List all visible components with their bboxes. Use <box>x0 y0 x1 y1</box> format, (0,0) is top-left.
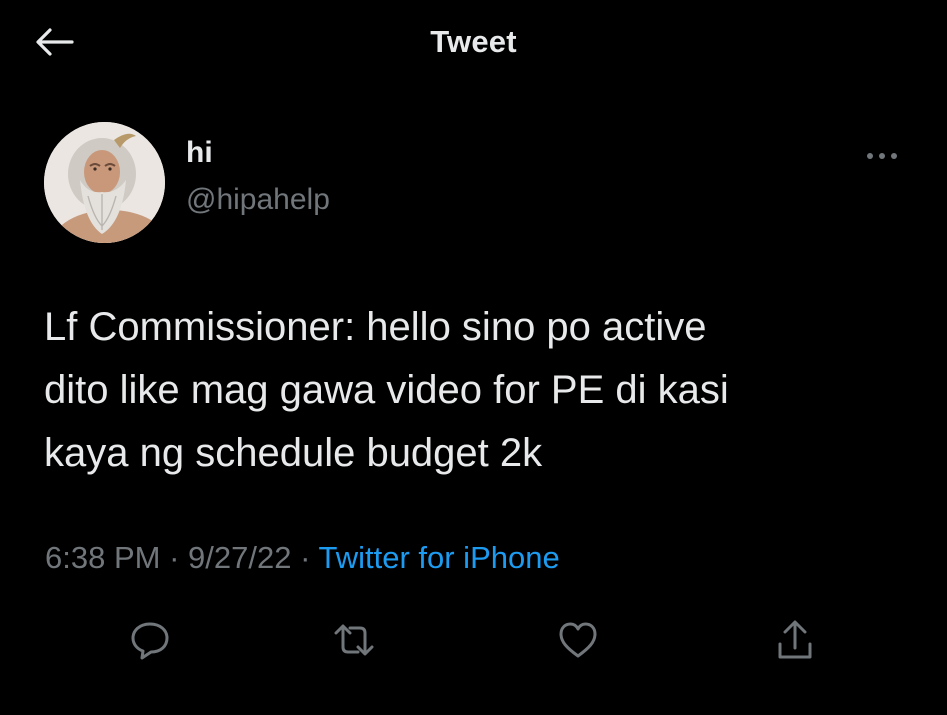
heart-icon <box>559 622 597 658</box>
like-button[interactable] <box>550 612 606 668</box>
reply-button[interactable] <box>122 612 178 668</box>
retweet-icon <box>334 624 374 656</box>
tweet-action-bar <box>0 612 947 672</box>
tweet-time[interactable]: 6:38 PM <box>45 540 160 575</box>
tweet-date[interactable]: 9/27/22 <box>188 540 291 575</box>
share-button[interactable] <box>767 612 823 668</box>
meta-separator: · <box>300 540 311 575</box>
retweet-button[interactable] <box>326 612 382 668</box>
tweet-meta: 6:38 PM · 9/27/22 · Twitter for iPhone <box>45 540 560 576</box>
author-display-name[interactable]: hi <box>186 136 213 170</box>
reply-icon <box>131 622 169 660</box>
top-bar: Tweet <box>0 0 947 84</box>
tweet-source-link[interactable]: Twitter for iPhone <box>318 540 559 575</box>
meta-separator: · <box>169 540 180 575</box>
author-handle[interactable]: @hipahelp <box>186 183 330 217</box>
share-icon <box>778 620 812 659</box>
avatar-image <box>44 122 165 243</box>
avatar[interactable] <box>44 122 165 243</box>
more-options-button[interactable] <box>858 140 906 172</box>
page-title: Tweet <box>430 24 517 59</box>
tweet-text: Lf Commissioner: hello sino po active di… <box>44 305 729 475</box>
more-dots-icon <box>867 153 897 159</box>
